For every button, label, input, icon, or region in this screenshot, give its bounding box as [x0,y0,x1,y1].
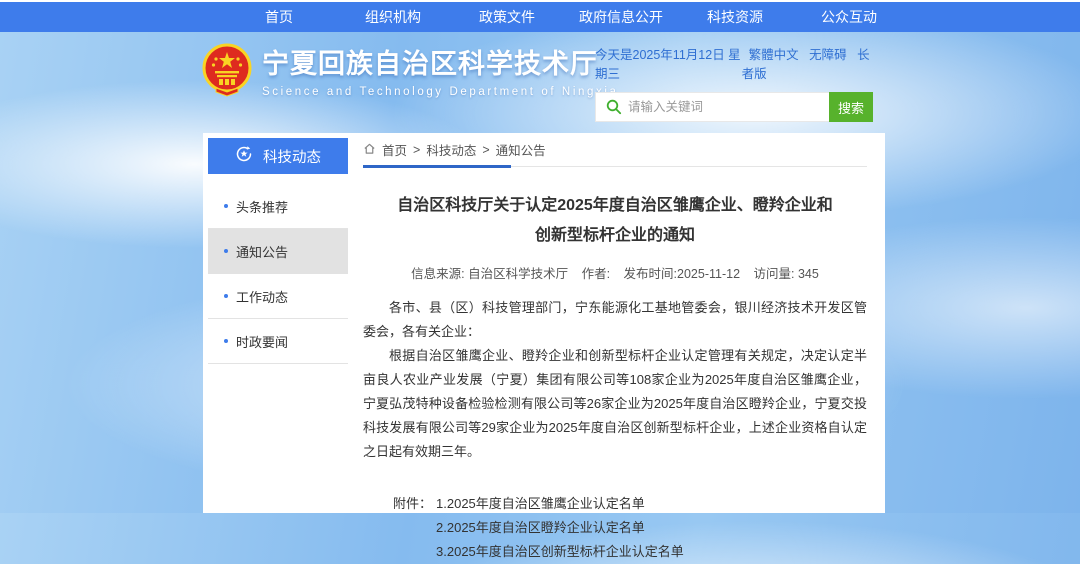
main-content: 首页 > 科技动态 > 通知公告 自治区科技厅关于认定2025年度自治区雏鹰企业… [353,133,885,513]
sidebar-item-headline-recommend[interactable]: 头条推荐 [208,184,348,229]
site-logo[interactable]: 宁夏回族自治区科学技术厅 Science and Technology Depa… [202,42,618,98]
search-button[interactable]: 搜索 [829,92,873,122]
sidebar-title: 科技动态 [263,146,321,167]
article-meta: 信息来源: 自治区科学技术厅 作者: 发布时间:2025-11-12 访问量: … [363,263,867,282]
site-title: 宁夏回族自治区科学技术厅 [262,42,618,81]
breadcrumb-tech-news[interactable]: 科技动态 [426,140,476,159]
nav-item-tech-resources[interactable]: 科技资源 [678,7,792,27]
sidebar-item-label: 时政要闻 [236,332,288,351]
site-header: 宁夏回族自治区科学技术厅 Science and Technology Depa… [0,32,1080,131]
meta-source: 信息来源: 自治区科学技术厅 [411,267,568,281]
nav-item-public-interaction[interactable]: 公众互动 [792,7,906,27]
search-bar: 搜索 [595,92,873,122]
attachments-label: 附件： [393,492,432,564]
sidebar-item-notices[interactable]: 通知公告 [208,229,348,274]
attachment-list: 1.2025年度自治区雏鹰企业认定名单 2.2025年度自治区瞪羚企业认定名单 … [436,492,684,564]
sidebar-item-label: 工作动态 [236,287,288,306]
search-input[interactable] [622,93,829,121]
sidebar-item-label: 头条推荐 [236,197,288,216]
nav-item-home[interactable]: 首页 [222,7,336,27]
national-emblem-icon [202,42,252,98]
search-icon [596,99,622,115]
bullet-dot-icon [224,249,228,253]
nav-item-policy-documents[interactable]: 政策文件 [450,7,564,27]
article-paragraph: 根据自治区雏鹰企业、瞪羚企业和创新型标杆企业认定管理有关规定，决定认定半亩良人农… [363,344,867,464]
meta-visits: 访问量: 345 [754,267,819,281]
link-traditional-chinese[interactable]: 繁體中文 [749,48,799,62]
breadcrumb-separator: > [413,143,420,157]
sidebar: 科技动态 头条推荐 通知公告 工作动态 时政要闻 [203,133,353,513]
star-circle-icon [235,145,253,167]
attachment-link-3[interactable]: 3.2025年度自治区创新型标杆企业认定名单 [436,540,684,564]
sidebar-item-work-updates[interactable]: 工作动态 [208,274,348,319]
content-area: 科技动态 头条推荐 通知公告 工作动态 时政要闻 首页 > 科技动态 > 通知公… [203,133,885,513]
sidebar-header: 科技动态 [208,138,348,174]
home-icon [363,142,376,158]
article-paragraph: 各市、县（区）科技管理部门，宁东能源化工基地管委会，银川经济技术开发区管委会，各… [363,296,867,344]
breadcrumb-notices[interactable]: 通知公告 [496,140,546,159]
bullet-dot-icon [224,339,228,343]
nav-item-gov-info-disclosure[interactable]: 政府信息公开 [564,7,678,27]
quick-links: 繁體中文 无障碍 长者版 [742,44,873,82]
attachment-link-1[interactable]: 1.2025年度自治区雏鹰企业认定名单 [436,492,684,516]
header-meta: 今天是2025年11月12日 星期三 繁體中文 无障碍 长者版 [595,44,873,82]
meta-publish-date: 发布时间:2025-11-12 [624,267,741,281]
link-accessibility[interactable]: 无障碍 [809,48,847,62]
breadcrumb-active-underline [363,165,511,168]
sidebar-item-label: 通知公告 [236,242,288,261]
article-body: 各市、县（区）科技管理部门，宁东能源化工基地管委会，银川经济技术开发区管委会，各… [363,296,867,464]
sidebar-item-current-politics[interactable]: 时政要闻 [208,319,348,364]
breadcrumb-separator: > [482,143,489,157]
meta-author: 作者: [582,267,610,281]
sidebar-menu: 头条推荐 通知公告 工作动态 时政要闻 [208,184,348,364]
breadcrumb-home[interactable]: 首页 [382,140,407,159]
top-nav: 首页 组织机构 政策文件 政府信息公开 科技资源 公众互动 [0,0,1080,32]
today-date: 今天是2025年11月12日 星期三 [595,44,742,82]
bullet-dot-icon [224,294,228,298]
attachments: 附件： 1.2025年度自治区雏鹰企业认定名单 2.2025年度自治区瞪羚企业认… [363,492,867,564]
breadcrumb: 首页 > 科技动态 > 通知公告 [363,133,867,167]
article-title: 自治区科技厅关于认定2025年度自治区雏鹰企业、瞪羚企业和创新型标杆企业的通知 [393,191,838,251]
header-right: 今天是2025年11月12日 星期三 繁體中文 无障碍 长者版 搜索 [595,44,873,122]
nav-item-organization[interactable]: 组织机构 [336,7,450,27]
attachment-link-2[interactable]: 2.2025年度自治区瞪羚企业认定名单 [436,516,684,540]
site-subtitle: Science and Technology Department of Nin… [262,86,618,98]
bullet-dot-icon [224,204,228,208]
